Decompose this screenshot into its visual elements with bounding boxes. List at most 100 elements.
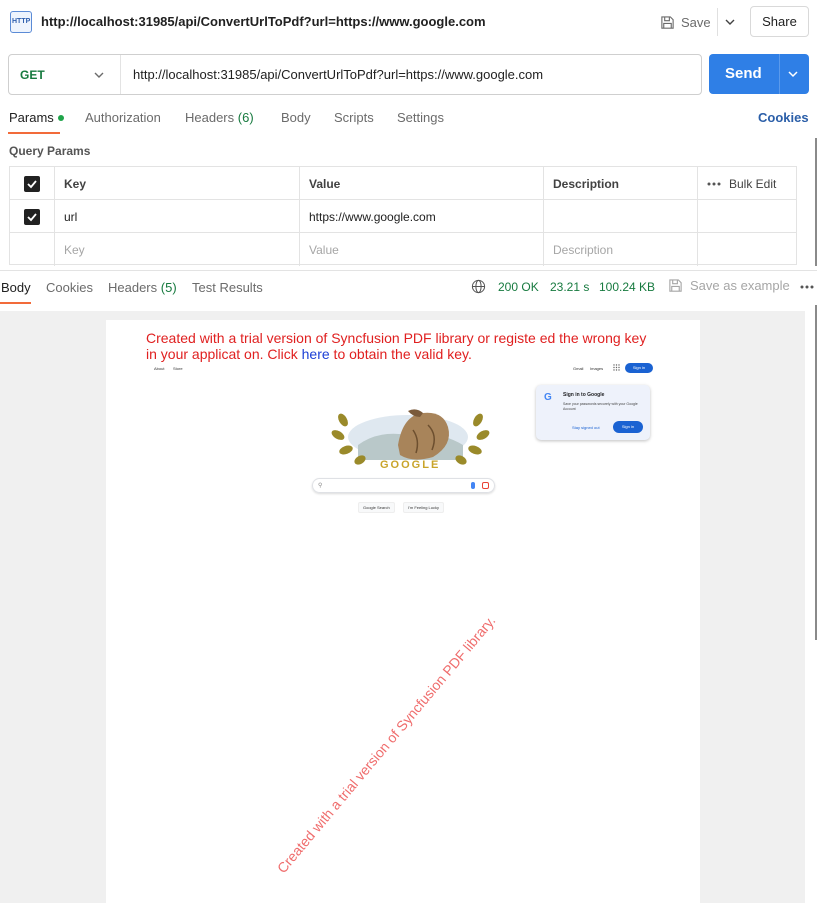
save-options-chevron-icon[interactable] — [722, 12, 738, 32]
save-example-icon — [669, 279, 682, 292]
save-button[interactable]: Save — [660, 10, 711, 34]
google-search-box: ⚲ — [312, 478, 495, 493]
param-key-input[interactable]: url — [55, 200, 300, 233]
http-icon-label: HTTP — [12, 18, 31, 25]
url-input[interactable]: http://localhost:31985/api/ConvertUrlToP… — [133, 67, 543, 82]
globe-icon[interactable] — [471, 279, 486, 294]
column-header-value: Value — [300, 167, 544, 200]
watermark-line-2: in your applicat on. Click — [146, 346, 302, 362]
new-description-input[interactable]: Description — [544, 233, 698, 266]
google-store-link: Store — [173, 366, 183, 371]
google-search-button: Google Search — [358, 502, 395, 513]
row-actions-cell — [698, 200, 796, 233]
response-tab-cookies[interactable]: Cookies — [46, 280, 93, 295]
check-icon — [27, 179, 37, 188]
new-param-row: Key Value Description — [10, 233, 796, 266]
google-card-signin-button: Sign in — [613, 421, 643, 433]
doodle-text: GOOGLE — [380, 459, 440, 470]
request-title[interactable]: http://localhost:31985/api/ConvertUrlToP… — [41, 14, 486, 29]
new-row-checkbox-cell — [10, 233, 55, 266]
trial-watermark-top: Created with a trial version of Syncfusi… — [146, 330, 666, 362]
new-key-input[interactable]: Key — [55, 233, 300, 266]
tab-params[interactable]: Params — [9, 110, 64, 125]
response-more-icon[interactable] — [800, 285, 814, 289]
tab-params-label: Params — [9, 110, 54, 125]
param-description-input[interactable] — [544, 200, 698, 233]
google-gmail-link: Gmail — [573, 366, 584, 371]
save-as-example-button[interactable]: Save as example — [668, 278, 790, 293]
tab-headers-label: Headers — [185, 110, 235, 125]
response-headers-count: (5) — [160, 280, 177, 295]
watermark-line-1: Created with a trial version of Syncfusi… — [146, 330, 647, 346]
param-value-input[interactable]: https://www.google.com — [300, 200, 544, 233]
http-request-icon: HTTP — [10, 11, 32, 33]
bulk-edit-label: Bulk Edit — [729, 176, 777, 191]
response-tab-body[interactable]: Body — [1, 280, 31, 295]
save-divider — [717, 8, 718, 36]
google-signin-card: G Sign in to Google Save your passwords … — [536, 385, 650, 440]
trial-watermark-diagonal: Created with a trial version of Syncfusi… — [273, 612, 499, 876]
google-apps-icon — [613, 364, 620, 371]
request-url-bar: GET http://localhost:31985/api/ConvertUr… — [8, 54, 702, 95]
new-value-input[interactable]: Value — [300, 233, 544, 266]
google-mic-icon — [471, 482, 475, 489]
google-stay-signed-out: Stay signed out — [572, 425, 600, 430]
google-images-link: Images — [590, 366, 604, 371]
column-header-description: Description — [544, 167, 698, 200]
check-icon — [27, 212, 37, 221]
query-params-title: Query Params — [9, 144, 91, 158]
bulk-edit-cell: Bulk Edit — [698, 167, 796, 200]
tab-headers[interactable]: Headers (6) — [185, 110, 254, 125]
response-tab-test-results[interactable]: Test Results — [192, 280, 263, 295]
more-options-icon[interactable] — [707, 182, 721, 186]
tab-settings[interactable]: Settings — [397, 110, 444, 125]
response-size[interactable]: 100.24 KB — [599, 280, 655, 294]
row-enabled-checkbox[interactable] — [24, 208, 40, 225]
select-all-checkbox[interactable] — [24, 175, 40, 192]
google-about-link: About — [154, 366, 165, 371]
watermark-here-link[interactable]: here — [302, 346, 330, 362]
tab-body[interactable]: Body — [281, 110, 311, 125]
tab-scripts[interactable]: Scripts — [334, 110, 374, 125]
table-header-row: Key Value Description Bulk Edit — [10, 167, 796, 200]
tab-authorization[interactable]: Authorization — [85, 110, 161, 125]
google-card-title: Sign in to Google — [563, 392, 605, 398]
table-row: url https://www.google.com — [10, 200, 796, 233]
google-search-icon: ⚲ — [318, 483, 323, 489]
send-button[interactable]: Send — [709, 54, 809, 94]
response-tab-headers[interactable]: Headers (5) — [108, 280, 177, 295]
response-time[interactable]: 23.21 s — [550, 280, 589, 294]
google-g-logo-icon: G — [544, 392, 552, 403]
title-bar: HTTP http://localhost:31985/api/ConvertU… — [0, 0, 817, 44]
google-doodle-eagle-icon: GOOGLE — [331, 409, 490, 470]
watermark-line-2-end: to obtain the valid key. — [329, 346, 472, 362]
google-lucky-button: I'm Feeling Lucky — [403, 502, 444, 513]
save-label: Save — [681, 14, 711, 30]
save-as-example-label: Save as example — [690, 278, 790, 293]
method-select[interactable]: GET — [20, 68, 45, 82]
send-label: Send — [725, 65, 762, 82]
new-row-actions-cell — [698, 233, 796, 266]
select-all-cell — [10, 167, 55, 200]
share-button[interactable]: Share — [750, 6, 809, 37]
tab-headers-count: (6) — [237, 110, 254, 125]
send-divider — [779, 54, 780, 94]
response-toolbar: Body Cookies Headers (5) Test Results 20… — [0, 270, 817, 304]
pdf-page: Created with a trial version of Syncfusi… — [106, 320, 700, 903]
row-checkbox-cell — [10, 200, 55, 233]
request-tabs: Params Authorization Headers (6) Body Sc… — [0, 104, 817, 134]
status-code[interactable]: 200 OK — [498, 280, 539, 294]
google-lens-icon — [482, 482, 489, 489]
pdf-viewer: Created with a trial version of Syncfusi… — [0, 311, 805, 903]
method-divider — [120, 55, 121, 94]
response-active-underline — [0, 302, 31, 304]
save-icon — [661, 15, 674, 29]
google-card-body: Save your passwords securely with your G… — [563, 402, 638, 411]
params-active-dot — [57, 114, 64, 121]
active-tab-underline — [8, 132, 60, 134]
send-options-chevron-icon[interactable] — [786, 67, 800, 81]
bulk-edit-button[interactable]: Bulk Edit — [707, 177, 776, 191]
cookies-link[interactable]: Cookies — [758, 110, 809, 125]
method-chevron-down-icon[interactable] — [92, 68, 106, 82]
google-signin-button: Sign in — [625, 363, 653, 373]
